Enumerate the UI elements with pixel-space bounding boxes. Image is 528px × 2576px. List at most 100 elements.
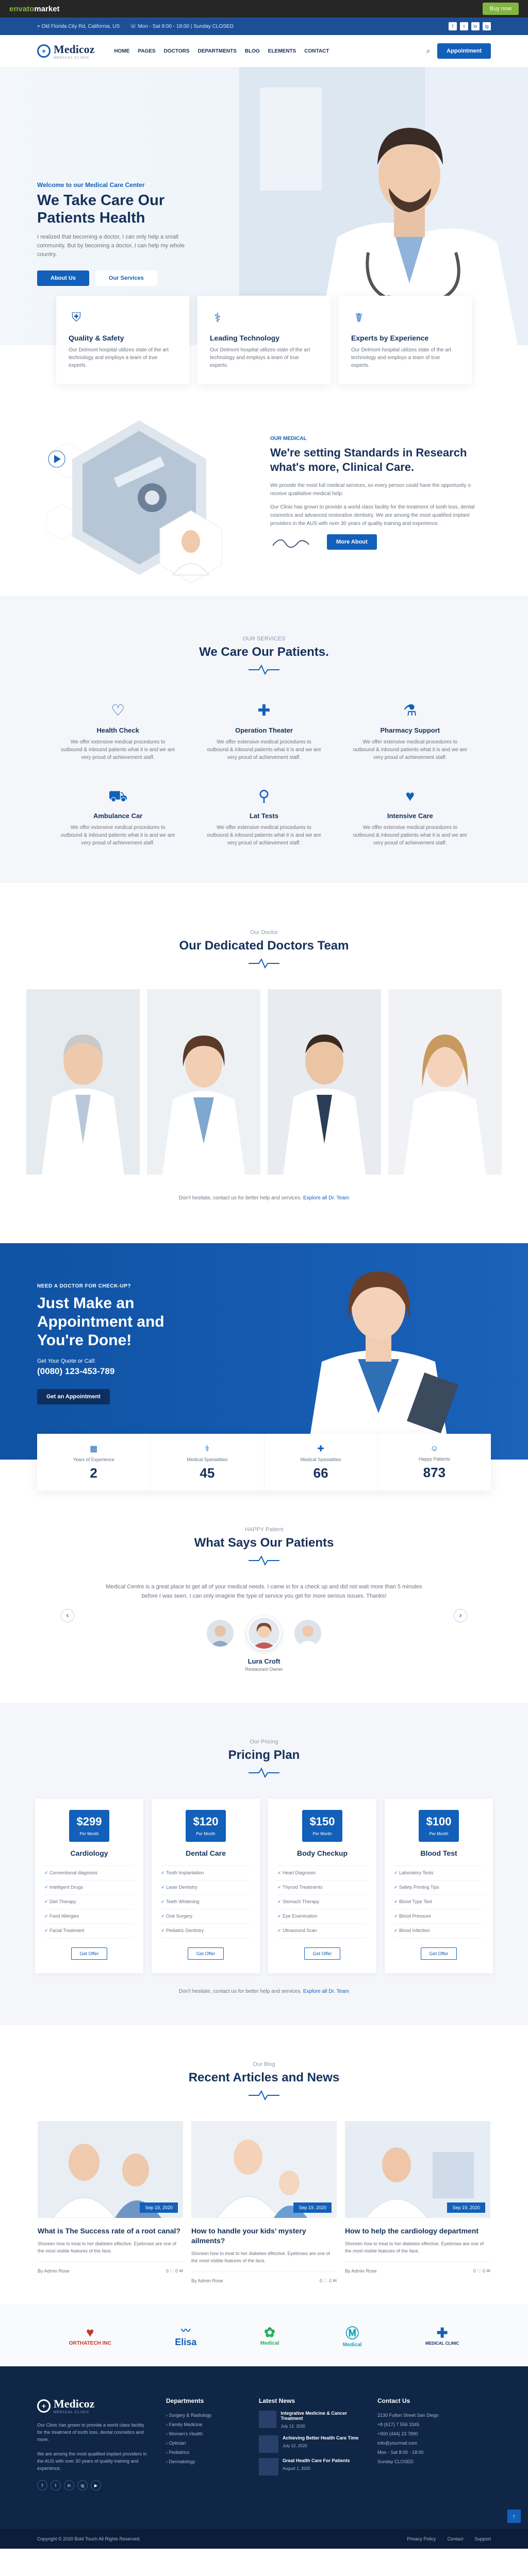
envato-bar: envatomarket Buy now [0,0,528,18]
service-item[interactable]: ♡ Health Check We offer extensive medical … [53,701,183,761]
site-logo[interactable]: + Medicoz MEDICAL CLINIC [37,43,94,60]
our-services-button[interactable]: Our Services [95,270,157,286]
avatar[interactable] [207,1620,234,1647]
footer-link[interactable]: › Optician [166,2438,243,2448]
blog-card[interactable]: Sep 19, 2020 What is The Success rate of… [38,2121,183,2284]
doctors-title: Our Dedicated Doctors Team [179,939,349,953]
blog-post-title[interactable]: How to help the cardiology department [345,2226,490,2236]
instagram-icon[interactable]: ig [77,2480,88,2490]
doctor-card[interactable] [388,989,502,1175]
service-item[interactable]: ⚗ Pharmacy Support We offer extensive medi… [345,701,475,761]
stat-item: ▦ Years of Experience 2 [37,1434,151,1490]
feature-card: ☤ Experts by Experience Our Delmont hosp… [339,296,472,384]
linkedin-icon[interactable]: in [64,2480,74,2490]
about-images [46,420,222,583]
doctors-kicker: Our Doctor [250,929,278,936]
nav-blog[interactable]: BLOG [245,48,260,54]
doctor-card[interactable] [268,989,381,1175]
partner-logo[interactable]: ♥ ORTHATECH INC [69,2325,111,2346]
prev-arrow-icon[interactable]: ‹ [61,1609,74,1622]
service-item[interactable]: ⚲ Lat Tests We offer extensive medical pro… [199,786,329,847]
medical-circle-icon: Ⓜ [345,2326,359,2341]
support-link[interactable]: Support [474,2536,491,2541]
contact-link[interactable]: Contact [447,2536,463,2541]
blog-card[interactable]: Sep 19, 2020 How to help the cardiology … [345,2121,490,2284]
hero-welcome: Welcome to our Medical Care Center [37,181,145,189]
more-about-button[interactable]: More About [327,534,377,550]
about-kicker: OUR MEDICAL [270,436,307,442]
nav-pages[interactable]: PAGES [138,48,155,54]
linkedin-icon[interactable]: in [471,22,480,30]
doctor-card[interactable] [147,989,260,1175]
buy-now-button[interactable]: Buy now [482,3,519,15]
footer-news-item[interactable]: Great Health Care For Patients August 1, … [259,2458,362,2476]
stat-item: ✚ Medical Spesialities 66 [265,1434,378,1490]
twitter-icon[interactable]: t [51,2480,61,2490]
next-arrow-icon[interactable]: › [454,1609,467,1622]
medical-kit-icon: ✚ [317,1444,324,1453]
testimonials-title: What Says Our Patients [194,1536,334,1550]
pricing-section: Our Pricing Pricing Plan $299 Per Month C… [0,1703,528,2025]
footer-news-item[interactable]: Achieving Better Health Care Time July 12… [259,2435,362,2453]
pharmacy-icon: ⚗ [403,702,417,719]
service-item[interactable]: ♥ Intensive Care We offer extensive medica… [345,786,475,847]
blog-post-title[interactable]: What is The Success rate of a root canal… [38,2226,183,2236]
nav-doctors[interactable]: DOCTORS [164,48,190,54]
facebook-icon[interactable]: f [37,2480,47,2490]
explore-team-link[interactable]: Explore all Dr. Team [303,1195,349,1201]
get-offer-button[interactable]: Get Offer [71,1947,108,1960]
back-to-top-icon[interactable]: ↑ [507,2510,521,2523]
partner-logo[interactable]: ✚ MEDICAL CLINIC [425,2325,459,2346]
blog-author[interactable]: By Admin Rose [191,2278,223,2284]
get-offer-button[interactable]: Get Offer [420,1947,457,1960]
blog-card[interactable]: Sep 19, 2020 How to handle your kids’ my… [191,2121,337,2284]
price-badge: $100 Per Month [419,1810,459,1842]
partner-logo[interactable]: Ⓜ Medical [343,2323,362,2348]
service-item[interactable]: ⛟ Ambulance Car We offer extensive medical… [53,786,183,847]
get-appointment-button[interactable]: Get an Appointment [37,1389,110,1404]
nav-contact[interactable]: CONTACT [304,48,329,54]
appointment-phone[interactable]: (0080) 123-453-789 [37,1366,192,1377]
footer-link[interactable]: › Surgery & Radiology [166,2411,243,2420]
partner-logo[interactable]: ✿ Medical [260,2325,279,2346]
twitter-icon[interactable]: t [460,22,468,30]
nav-elements[interactable]: ELEMENTS [268,48,296,54]
nav-home[interactable]: HOME [114,48,129,54]
footer-about: Our Clinic has grown to provide a world … [37,2422,144,2442]
services-title: We Care Our Patients. [199,645,329,659]
doctor-card[interactable] [26,989,140,1175]
doctor-photo [388,989,502,1175]
instagram-icon[interactable]: ig [483,22,491,30]
facebook-icon[interactable]: f [449,22,457,30]
footer-news-item[interactable]: Integrative Medicine & Cancer Treatment J… [259,2411,362,2430]
footer-link[interactable]: › Family Medicine [166,2420,243,2429]
footer-contact-title: Contact Us [377,2397,410,2404]
appointment-button[interactable]: Appointment [437,43,491,59]
social-links: f t in ig [449,22,491,30]
footer-link[interactable]: › Dermatology [166,2457,243,2466]
about-us-button[interactable]: About Us [37,270,89,286]
blog-author[interactable]: By Admin Rose [38,2268,70,2274]
envato-logo[interactable]: envatomarket [9,5,60,13]
feature-card: ⚕ Leading Technology Our Delmont hospita… [197,296,331,384]
blog-image: Sep 19, 2020 [191,2121,337,2218]
avatar-active[interactable] [247,1616,281,1650]
get-offer-button[interactable]: Get Offer [304,1947,341,1960]
footer-logo[interactable]: + Medicoz MEDICAL CLINIC [37,2397,151,2414]
privacy-link[interactable]: Privacy Policy [407,2536,436,2541]
blog-author[interactable]: By Admin Rose [345,2268,377,2274]
appointment-title: Just Make an Appointment and You're Done… [37,1295,164,1349]
blog-kicker: Our Blog [253,2061,275,2067]
avatar[interactable] [294,1620,321,1647]
blog-post-title[interactable]: How to handle your kids’ mystery ailment… [191,2226,337,2246]
youtube-icon[interactable]: ▶ [91,2480,101,2490]
nav-departments[interactable]: DEPARTMENTS [198,48,237,54]
search-icon[interactable]: ⌕ [426,47,430,55]
footer-link[interactable]: › Women's Health [166,2429,243,2438]
partner-logo[interactable]: 〰 Elisa [175,2324,196,2348]
address-text: ⌖ Old Florida City Rd, California, US [37,23,120,29]
explore-team-link[interactable]: Explore all Dr. Team [303,1989,349,1994]
footer-link[interactable]: › Pediatrics [166,2448,243,2457]
service-item[interactable]: ✚ Operation Theater We offer extensive med… [199,701,329,761]
get-offer-button[interactable]: Get Offer [187,1947,224,1960]
